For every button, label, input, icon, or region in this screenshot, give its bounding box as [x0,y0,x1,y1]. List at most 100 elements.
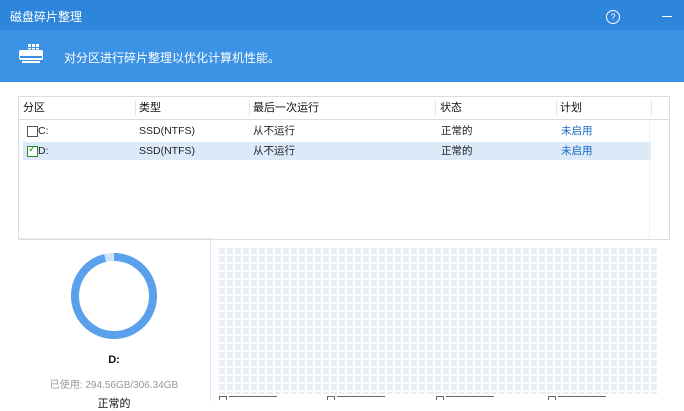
fragment-cell [235,272,241,278]
fragment-cell [331,256,337,262]
fragment-cell [403,296,409,302]
fragment-cell [523,296,529,302]
fragment-cell [651,336,657,342]
fragment-cell [595,384,601,390]
fragment-cell [627,328,633,334]
fragment-cell [635,256,641,262]
fragment-cell [307,352,313,358]
fragment-cell [235,376,241,382]
fragment-cell [419,296,425,302]
fragment-cell [323,376,329,382]
fragment-cell [475,336,481,342]
fragment-cell [459,256,465,262]
fragment-cell [371,272,377,278]
fragment-cell [395,296,401,302]
fragment-cell [419,248,425,254]
fragment-cell [643,368,649,374]
fragment-cell [651,352,657,358]
fragment-cell [315,376,321,382]
disk-grid-icon [19,44,43,63]
partition-list[interactable]: 分区 类型 最后一次运行 状态 计划 C: SSD(NTFS) 从不运行 正常的… [18,96,670,240]
fragment-cell [523,248,529,254]
fragment-cell [283,264,289,270]
fragment-cell [443,328,449,334]
fragment-cell [331,320,337,326]
fragment-cell [323,352,329,358]
fragment-cell [579,272,585,278]
fragment-cell [259,320,265,326]
fragment-cell [563,344,569,350]
fragment-cell [243,336,249,342]
fragment-cell [491,312,497,318]
list-scrollbar-area[interactable] [649,120,668,238]
fragment-cell [291,320,297,326]
fragment-cell [643,376,649,382]
fragment-cell [595,264,601,270]
fragment-cell [371,368,377,374]
fragment-cell [411,288,417,294]
fragment-cell [347,344,353,350]
fragment-cell [323,264,329,270]
fragment-cell [587,304,593,310]
fragment-cell [507,264,513,270]
fragment-cell [363,384,369,390]
help-button[interactable]: ? [602,4,624,26]
column-last-run[interactable]: 最后一次运行 [253,97,319,119]
fragment-cell [259,392,265,394]
fragment-cell [387,328,393,334]
schedule-link[interactable]: 未启用 [561,142,593,160]
fragment-cell [635,336,641,342]
fragment-cell [339,248,345,254]
fragment-cell [467,360,473,366]
column-type[interactable]: 类型 [139,97,161,119]
fragment-cell [411,352,417,358]
column-status[interactable]: 状态 [440,97,462,119]
fragment-cell [243,304,249,310]
fragment-cell [547,328,553,334]
table-row[interactable]: C: SSD(NTFS) 从不运行 正常的 未启用 [23,122,651,140]
fragment-cell [467,312,473,318]
fragment-cell [443,360,449,366]
fragment-cell [555,304,561,310]
fragment-cell [539,280,545,286]
table-row-selected[interactable]: D: SSD(NTFS) 从不运行 正常的 未启用 [23,142,651,160]
fragment-cell [483,280,489,286]
fragment-cell [547,384,553,390]
minimize-button[interactable] [656,4,678,26]
fragment-cell [603,344,609,350]
fragment-cell [467,320,473,326]
fragment-cell [475,288,481,294]
fragment-cell [643,312,649,318]
checkbox[interactable] [27,126,38,137]
fragment-cell [259,272,265,278]
column-partition[interactable]: 分区 [23,97,45,119]
fragment-cell [603,392,609,394]
fragment-cell [491,296,497,302]
fragment-cell [291,328,297,334]
fragment-cell [363,368,369,374]
fragment-cell [219,384,225,390]
fragment-cell [219,264,225,270]
fragment-cell [227,352,233,358]
checkbox-checked[interactable] [27,144,38,157]
fragment-cell [459,296,465,302]
fragment-cell [347,352,353,358]
schedule-link[interactable]: 未启用 [561,122,593,140]
fragment-cell [475,360,481,366]
fragment-cell [499,296,505,302]
fragment-cell [243,264,249,270]
fragment-cell [547,296,553,302]
fragment-cell [235,320,241,326]
fragment-cell [507,376,513,382]
fragment-cell [379,320,385,326]
fragment-cell [507,368,513,374]
fragment-cell [619,256,625,262]
fragment-cell [315,264,321,270]
column-schedule[interactable]: 计划 [560,97,582,119]
fragment-cell [563,376,569,382]
fragment-cell [627,336,633,342]
fragment-cell [587,264,593,270]
fragment-cell [563,304,569,310]
fragment-cell [403,392,409,394]
fragment-cell [547,312,553,318]
